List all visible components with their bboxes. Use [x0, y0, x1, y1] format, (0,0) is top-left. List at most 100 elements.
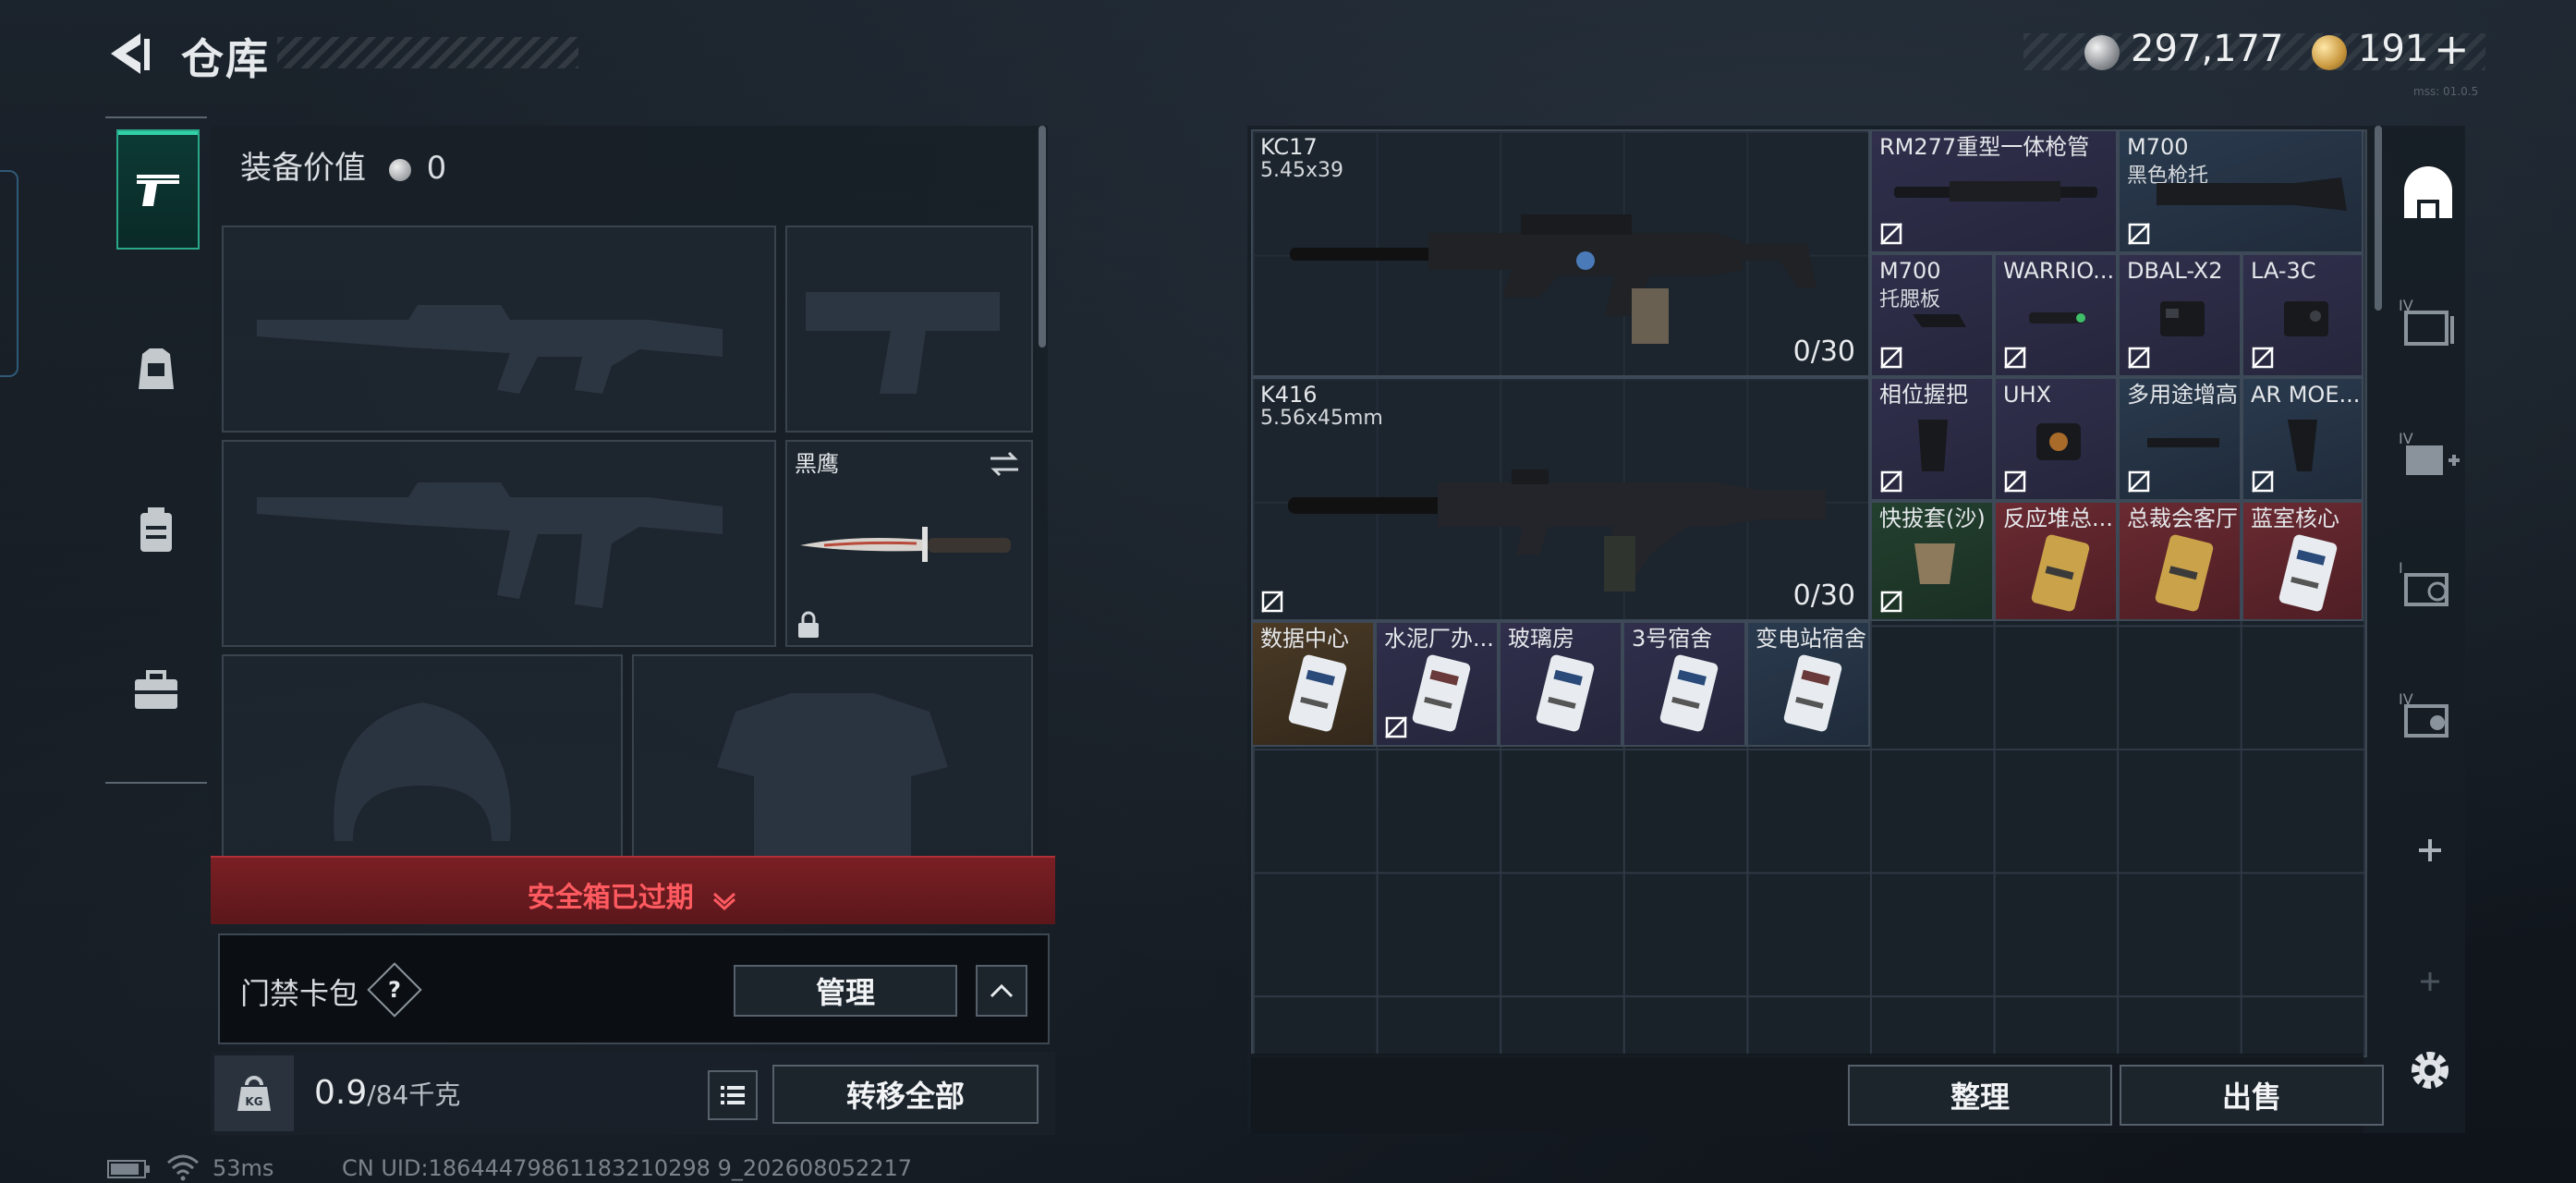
svg-text:IV: IV [2399, 430, 2413, 447]
list-view-button[interactable] [708, 1070, 758, 1120]
inventory-item-data-center-card[interactable]: 数据中心 [1251, 621, 1375, 747]
vest-slot[interactable] [632, 654, 1033, 858]
item-name: WARRIO... [2003, 258, 2115, 284]
item-name: M700 [2127, 134, 2189, 160]
inventory-item-warrior[interactable]: WARRIO... [1994, 253, 2118, 377]
equip-value: 0 [426, 150, 447, 187]
primary-weapon-slot[interactable] [222, 226, 776, 433]
item-name: 数据中心 [1260, 626, 1349, 652]
holster-icon [1914, 543, 1955, 584]
inventory-item-ceo-card[interactable]: 总裁会客厅 [2118, 501, 2242, 621]
item-name: AR MOE... [2251, 382, 2361, 408]
nav-case[interactable] [116, 632, 196, 749]
item-name: 多用途增高 [2127, 382, 2238, 408]
item-name: 3号宿舍 [1632, 626, 1713, 652]
inventory-item-dorm3-card[interactable]: 3号宿舍 [1622, 621, 1746, 747]
inventory-item-blue-room-card[interactable]: 蓝室核心 [2242, 501, 2363, 621]
expand-tab-1[interactable]: IV [2397, 294, 2461, 349]
expand-tab-3[interactable]: I [2397, 556, 2461, 612]
expand-tab-4[interactable]: IV [2397, 688, 2461, 743]
plus-icon [2421, 972, 2439, 991]
no-insurance-icon [2128, 223, 2150, 245]
white-keycard-icon [1288, 654, 1347, 732]
add-tab-button-disabled[interactable] [2412, 963, 2448, 1000]
add-currency-button[interactable]: + [2434, 24, 2470, 74]
safe-box-status: 安全箱已过期 [211, 874, 1055, 915]
back-arrow-icon[interactable] [103, 28, 155, 79]
laser-module-icon [2160, 301, 2205, 336]
loadout-scrollbar[interactable] [1039, 126, 1046, 348]
nav-weapons[interactable] [116, 129, 200, 250]
inventory-item-riser[interactable]: 多用途增高 [2118, 377, 2242, 501]
warehouse-icon [2404, 166, 2452, 218]
pistol-icon [137, 175, 179, 206]
item-name: 玻璃房 [1508, 626, 1574, 652]
inventory-item-substation-dorm-card[interactable]: 变电站宿舍 [1746, 621, 1870, 747]
item-name: LA-3C [2251, 258, 2316, 284]
secondary-weapon-slot[interactable] [222, 440, 776, 647]
no-insurance-icon [2252, 470, 2274, 493]
expand-tab-2[interactable]: IV [2397, 427, 2461, 482]
barrel-icon [1894, 181, 2097, 201]
inventory-item-quick-holster[interactable]: 快拔套(沙) [1870, 501, 1994, 621]
inventory-item-m700-cheekrest[interactable]: M700 托腮板 [1870, 253, 1994, 377]
inventory-item-cement-office-card[interactable]: 水泥厂办... [1375, 621, 1499, 747]
inventory-weapon-k416[interactable]: K416 5.56x45mm 0/30 [1251, 377, 1870, 621]
warehouse-tab[interactable] [2393, 163, 2463, 233]
inventory-item-reactor-card[interactable]: 反应堆总... [1994, 501, 2118, 621]
armor-icon [139, 348, 174, 389]
silver-currency-value: 297,177 [2131, 28, 2284, 70]
inventory-item-rm277[interactable]: RM277重型一体枪管 [1870, 129, 2118, 253]
inventory-item-la-3c[interactable]: LA-3C [2242, 253, 2363, 377]
weight-readout: 0.9/84千克 [314, 1074, 461, 1112]
no-insurance-icon [2128, 347, 2150, 369]
inventory-item-dbal-x2[interactable]: DBAL-X2 [2118, 253, 2242, 377]
inventory-item-phase-grip[interactable]: 相位握把 [1870, 377, 1994, 501]
pistol-slot[interactable] [785, 226, 1033, 433]
no-insurance-icon [1880, 223, 1902, 245]
inventory-item-uhx[interactable]: UHX [1994, 377, 2118, 501]
melee-slot[interactable]: 黑鹰 [785, 440, 1033, 647]
inventory-scrollbar[interactable] [2375, 126, 2382, 311]
ping-value: 53ms [213, 1155, 274, 1181]
inventory-item-m700-stock[interactable]: M700 黑色枪托 [2118, 129, 2363, 253]
backpack-icon [140, 507, 172, 552]
white-keycard-icon [1412, 654, 1471, 732]
transfer-all-button[interactable]: 转移全部 [772, 1065, 1039, 1124]
inventory-weapon-kc17[interactable]: KC17 5.45x39 0/30 [1251, 129, 1870, 377]
page-title: 仓库 [181, 34, 270, 84]
stock-icon [2157, 177, 2347, 211]
no-insurance-icon [1385, 716, 1407, 738]
add-tab-button[interactable] [2412, 832, 2448, 869]
list-icon [721, 1086, 745, 1104]
manage-button[interactable]: 管理 [734, 965, 957, 1017]
helmet-slot[interactable] [222, 654, 623, 858]
no-insurance-icon [1880, 591, 1902, 613]
cheekrest-icon [1913, 314, 1966, 327]
folder-stack-icon: IV [2399, 297, 2454, 346]
inventory-item-glass-house-card[interactable]: 玻璃房 [1499, 621, 1622, 747]
no-insurance-icon [1261, 591, 1283, 613]
gold-keycard-icon [2155, 534, 2214, 612]
sell-button[interactable]: 出售 [2120, 1065, 2384, 1126]
chevron-up-icon [990, 983, 1014, 998]
swap-icon[interactable] [987, 449, 1022, 479]
nav-backpack[interactable] [116, 471, 196, 588]
version-tag: mss: 01.0.5 [2413, 85, 2479, 98]
inventory-item-ar-moe[interactable]: AR MOE... [2242, 377, 2363, 501]
battery-icon [107, 1160, 150, 1178]
gear-icon [2412, 1052, 2448, 1089]
nav-armor[interactable] [116, 311, 196, 427]
laser-module-icon [2284, 301, 2328, 336]
flashlight-icon [2029, 312, 2085, 323]
settings-folder-icon: IV [2399, 690, 2448, 738]
settings-button[interactable] [2402, 1043, 2458, 1098]
left-edge-tab[interactable] [0, 170, 18, 377]
equip-value-label: 装备价值 0 [240, 150, 447, 187]
chevron-down-icon [713, 892, 736, 910]
knife-icon [800, 527, 1011, 562]
pistol-silhouette-icon [806, 292, 1000, 394]
collapse-button[interactable] [976, 965, 1027, 1017]
sort-button[interactable]: 整理 [1848, 1065, 2112, 1126]
safe-box-expired-banner[interactable]: 安全箱已过期 [211, 856, 1055, 924]
